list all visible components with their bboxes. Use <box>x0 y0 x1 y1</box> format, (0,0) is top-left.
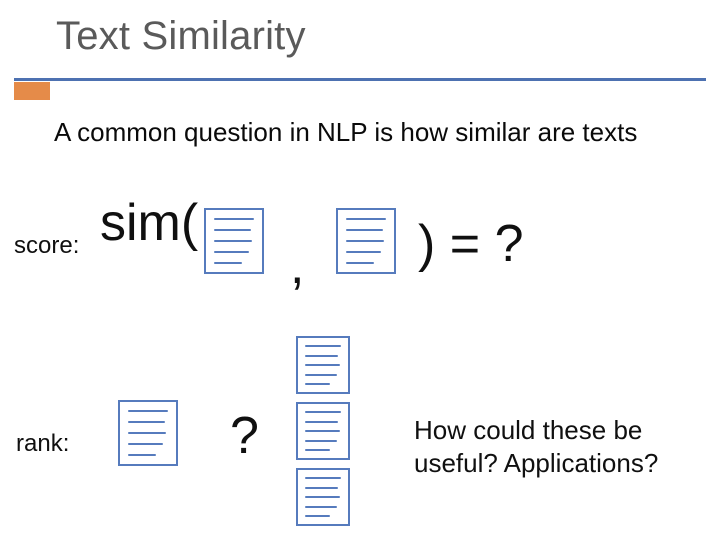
text-lines <box>305 345 341 385</box>
text-lines <box>305 477 341 517</box>
slide: Text Similarity A common question in NLP… <box>0 0 720 540</box>
text-lines <box>214 218 254 264</box>
text-lines <box>346 218 386 264</box>
sim-comma: , <box>290 236 304 296</box>
applications-text: How could these be useful? Applications? <box>414 414 694 479</box>
intro-text: A common question in NLP is how similar … <box>54 116 654 149</box>
sim-close-eq-text: ) = ? <box>418 214 524 274</box>
text-lines <box>128 410 168 456</box>
rank-label: rank: <box>16 430 69 458</box>
sim-open-text: sim( <box>100 196 198 251</box>
score-label: score: <box>14 232 79 260</box>
document-icon <box>204 208 264 274</box>
document-icon <box>296 402 350 460</box>
accent-box <box>14 82 50 100</box>
rank-question-mark: ? <box>230 406 259 466</box>
document-icon <box>296 468 350 526</box>
document-icon <box>296 336 350 394</box>
document-icon <box>118 400 178 466</box>
text-lines <box>305 411 341 451</box>
slide-title: Text Similarity <box>56 14 306 59</box>
document-icon <box>336 208 396 274</box>
title-underline <box>14 78 706 81</box>
